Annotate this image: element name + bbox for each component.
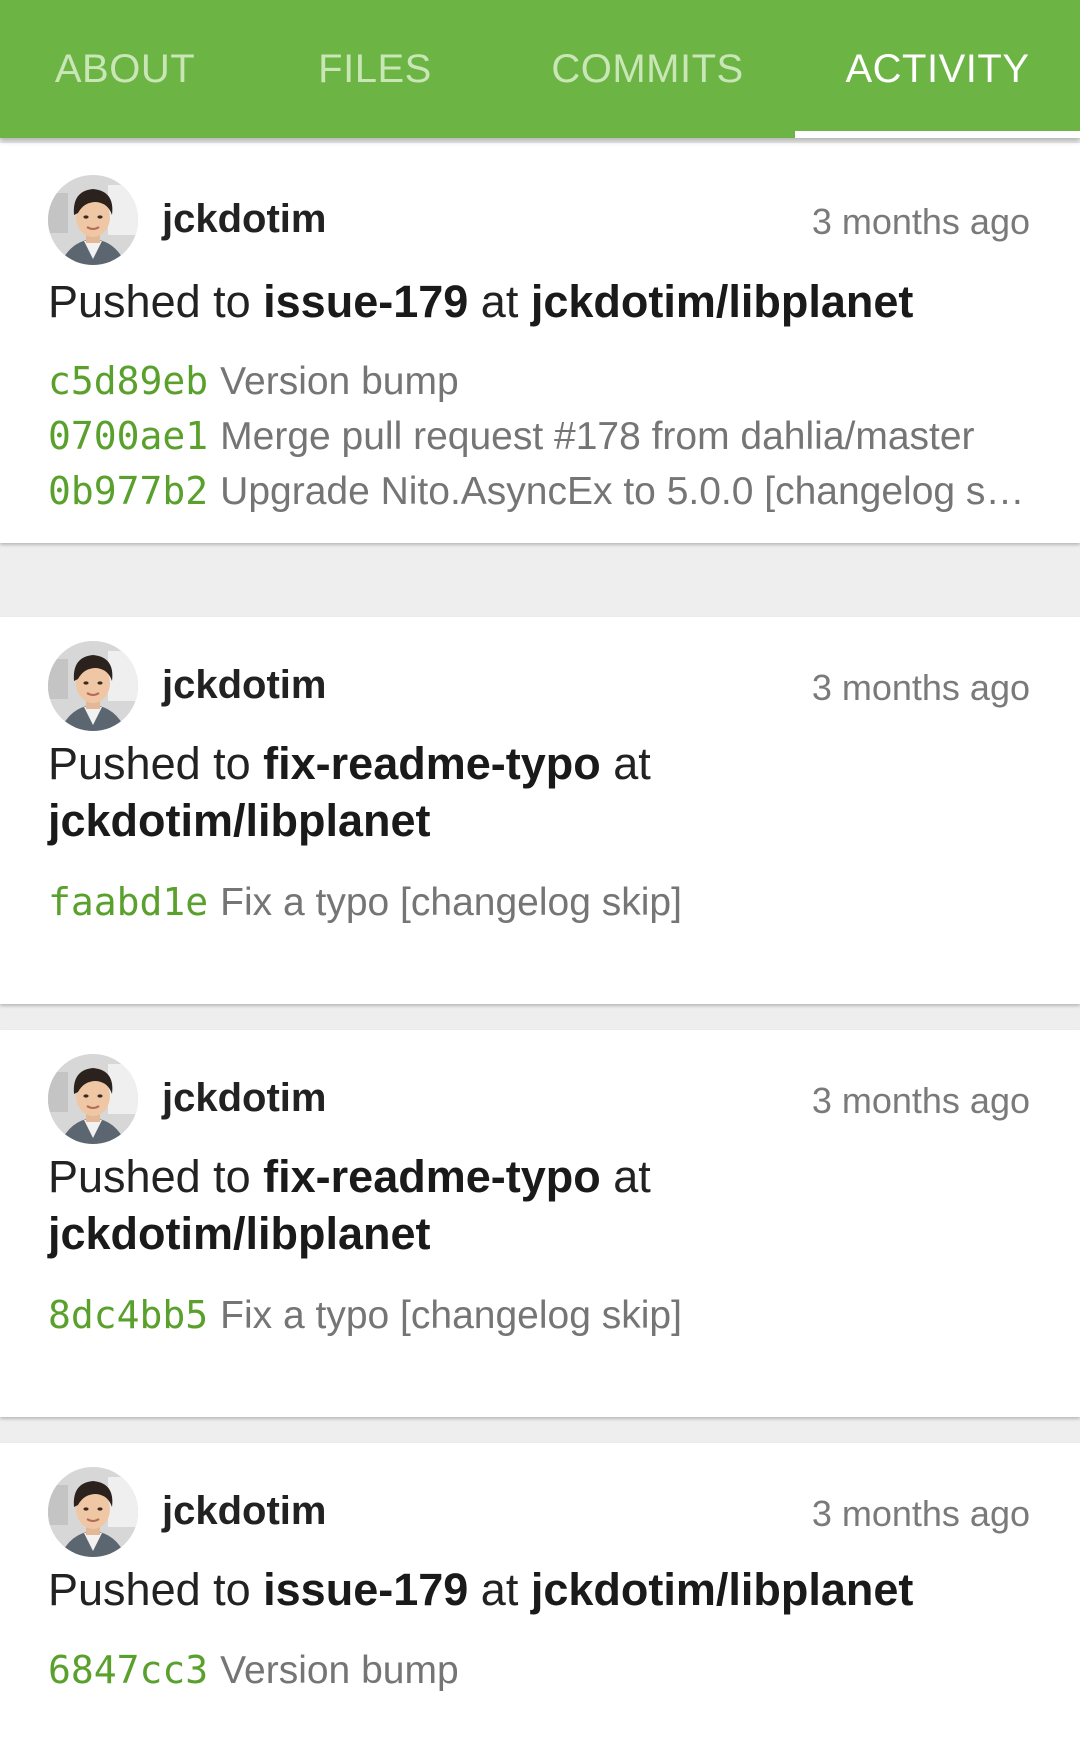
activity-card[interactable]: jckdotim 3 months ago Pushed to issue-17… bbox=[0, 1443, 1080, 1743]
event-headline: Pushed to issue-179 at jckdotim/libplane… bbox=[48, 273, 948, 330]
event-headline: Pushed to fix-readme-typo at jckdotim/li… bbox=[48, 735, 948, 849]
commit-sha[interactable]: c5d89eb bbox=[48, 359, 208, 403]
at-text: at bbox=[600, 1151, 651, 1202]
username[interactable]: jckdotim bbox=[162, 1076, 326, 1121]
timestamp: 3 months ago bbox=[811, 1493, 1030, 1534]
repo-name[interactable]: jckdotim/libplanet bbox=[531, 1564, 914, 1615]
commit-sha[interactable]: 0700ae1 bbox=[48, 414, 208, 458]
avatar[interactable] bbox=[48, 1467, 138, 1557]
username[interactable]: jckdotim bbox=[162, 1489, 326, 1534]
commit-sha[interactable]: 6847cc3 bbox=[48, 1648, 208, 1692]
commit-item[interactable]: c5d89eb Version bump bbox=[48, 354, 1028, 409]
commit-item[interactable]: 0b977b2 Upgrade Nito.AsyncEx to 5.0.0 [ch… bbox=[48, 464, 1028, 519]
action-text: Pushed to bbox=[48, 1564, 264, 1615]
action-text: Pushed to bbox=[48, 276, 264, 327]
commit-message: Upgrade Nito.AsyncEx to 5.0.0 [changelog… bbox=[220, 470, 1028, 513]
at-text: at bbox=[600, 738, 651, 789]
branch-name[interactable]: issue-179 bbox=[263, 276, 468, 327]
timestamp: 3 months ago bbox=[811, 1080, 1030, 1121]
commit-list: 6847cc3 Version bump bbox=[48, 1643, 1028, 1698]
commit-sha[interactable]: 0b977b2 bbox=[48, 469, 208, 513]
commit-item[interactable]: 8dc4bb5 Fix a typo [changelog skip] bbox=[48, 1288, 1028, 1343]
username[interactable]: jckdotim bbox=[162, 197, 326, 242]
commit-sha[interactable]: faabd1e bbox=[48, 880, 208, 924]
activity-card[interactable]: jckdotim 3 months ago Pushed to fix-read… bbox=[0, 617, 1080, 1004]
branch-name[interactable]: fix-readme-typo bbox=[263, 1151, 601, 1202]
branch-name[interactable]: issue-179 bbox=[263, 1564, 468, 1615]
tab-about[interactable]: ABOUT bbox=[0, 0, 250, 138]
avatar[interactable] bbox=[48, 641, 138, 731]
avatar[interactable] bbox=[48, 175, 138, 265]
tab-bar: ABOUT FILES COMMITS ACTIVITY bbox=[0, 0, 1080, 138]
timestamp: 3 months ago bbox=[811, 201, 1030, 242]
commit-item[interactable]: 6847cc3 Version bump bbox=[48, 1643, 1028, 1698]
username[interactable]: jckdotim bbox=[162, 663, 326, 708]
commit-list: faabd1e Fix a typo [changelog skip] bbox=[48, 875, 1028, 930]
commit-item[interactable]: 0700ae1 Merge pull request #178 from dahl… bbox=[48, 409, 1028, 464]
branch-name[interactable]: fix-readme-typo bbox=[263, 738, 601, 789]
timestamp: 3 months ago bbox=[811, 667, 1030, 708]
active-tab-indicator bbox=[795, 131, 1080, 138]
tab-commits[interactable]: COMMITS bbox=[500, 0, 795, 138]
tab-files[interactable]: FILES bbox=[250, 0, 500, 138]
commit-list: 8dc4bb5 Fix a typo [changelog skip] bbox=[48, 1288, 1028, 1343]
at-text: at bbox=[468, 276, 531, 327]
action-text: Pushed to bbox=[48, 738, 264, 789]
at-text: at bbox=[468, 1564, 531, 1615]
event-headline: Pushed to fix-readme-typo at jckdotim/li… bbox=[48, 1148, 948, 1262]
event-headline: Pushed to issue-179 at jckdotim/libplane… bbox=[48, 1561, 948, 1618]
commit-message: Version bump bbox=[220, 360, 459, 403]
repo-name[interactable]: jckdotim/libplanet bbox=[531, 276, 914, 327]
action-text: Pushed to bbox=[48, 1151, 264, 1202]
commit-message: Fix a typo [changelog skip] bbox=[220, 1294, 682, 1337]
repo-name[interactable]: jckdotim/libplanet bbox=[48, 1208, 431, 1259]
commit-message: Fix a typo [changelog skip] bbox=[220, 881, 682, 924]
commit-message: Merge pull request #178 from dahlia/mast… bbox=[220, 415, 975, 458]
avatar[interactable] bbox=[48, 1054, 138, 1144]
activity-card[interactable]: jckdotim 3 months ago Pushed to issue-17… bbox=[0, 143, 1080, 543]
tab-activity[interactable]: ACTIVITY bbox=[795, 0, 1080, 138]
commit-item[interactable]: faabd1e Fix a typo [changelog skip] bbox=[48, 875, 1028, 930]
repo-name[interactable]: jckdotim/libplanet bbox=[48, 795, 431, 846]
commit-list: c5d89eb Version bump 0700ae1 Merge pull re… bbox=[48, 354, 1028, 519]
commit-message: Version bump bbox=[220, 1649, 459, 1692]
commit-sha[interactable]: 8dc4bb5 bbox=[48, 1293, 208, 1337]
activity-card[interactable]: jckdotim 3 months ago Pushed to fix-read… bbox=[0, 1030, 1080, 1417]
